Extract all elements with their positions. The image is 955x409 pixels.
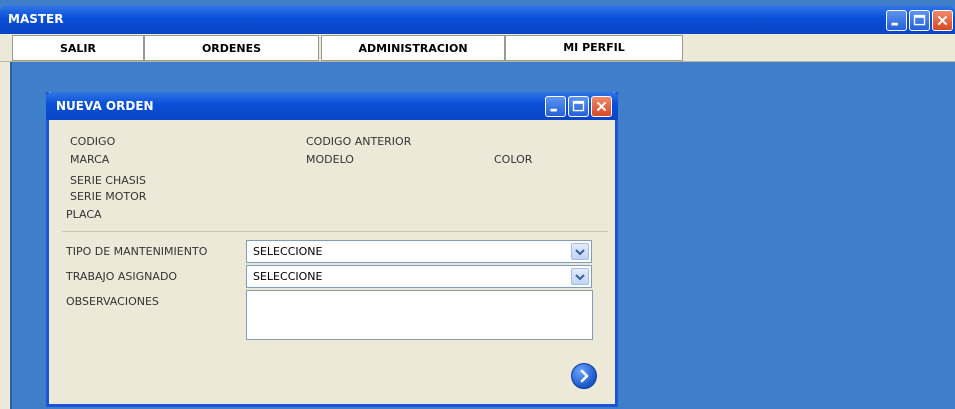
label-codigo: CODIGO xyxy=(70,135,116,148)
menu-item-label: ORDENES xyxy=(201,41,262,55)
close-icon xyxy=(937,15,948,26)
close-button[interactable] xyxy=(932,10,953,31)
menu-item-salir[interactable]: SALIR xyxy=(12,35,144,61)
menu-item-ordenes[interactable]: ORDENES xyxy=(144,35,319,61)
maximize-icon xyxy=(572,100,585,112)
label-modelo: MODELO xyxy=(306,153,354,166)
label-trabajo-asignado: TRABAJO ASIGNADO xyxy=(66,270,178,283)
select-value: SELECCIONE xyxy=(253,245,323,258)
arrow-right-circle-icon xyxy=(580,369,589,383)
dialog-minimize-button[interactable] xyxy=(545,96,566,117)
dialog-window-controls xyxy=(545,96,612,117)
menu-item-label: ADMINISTRACION xyxy=(358,41,468,55)
dialog-maximize-button[interactable] xyxy=(568,96,589,117)
label-serie-motor: SERIE MOTOR xyxy=(70,190,147,203)
main-titlebar[interactable]: MASTER xyxy=(0,6,955,34)
tipo-mantenimiento-select[interactable]: SELECCIONE xyxy=(246,240,592,263)
dialog-title: NUEVA ORDEN xyxy=(56,99,154,113)
menu-item-label: MI PERFIL xyxy=(563,41,625,54)
section-divider xyxy=(62,231,608,232)
window-controls xyxy=(886,10,953,31)
menu-bar: SALIR ORDENES ADMINISTRACION MI PERFIL xyxy=(0,34,955,62)
label-serie-chasis: SERIE CHASIS xyxy=(70,174,146,187)
label-color: COLOR xyxy=(494,153,533,166)
minimize-icon xyxy=(891,22,898,26)
menu-item-administracion[interactable]: ADMINISTRACION xyxy=(321,35,505,61)
dropdown-button[interactable] xyxy=(571,268,589,285)
minimize-icon xyxy=(550,108,557,112)
chevron-down-icon xyxy=(575,249,585,256)
label-tipo-mantenimiento: TIPO DE MANTENIMIENTO xyxy=(66,245,208,258)
dialog-close-button[interactable] xyxy=(591,96,612,117)
minimize-button[interactable] xyxy=(886,10,907,31)
dialog-titlebar[interactable]: NUEVA ORDEN xyxy=(46,92,618,120)
select-value: SELECCIONE xyxy=(253,270,323,283)
menu-item-mi-perfil[interactable]: MI PERFIL xyxy=(505,35,683,61)
trabajo-asignado-select[interactable]: SELECCIONE xyxy=(246,265,592,288)
main-window: MASTER SALIR ORDENES ADMINISTRACION MI P… xyxy=(0,0,955,409)
maximize-button[interactable] xyxy=(909,10,930,31)
menu-item-label: SALIR xyxy=(59,41,96,55)
observaciones-textarea[interactable] xyxy=(246,290,593,340)
dropdown-button[interactable] xyxy=(571,243,589,260)
next-button[interactable] xyxy=(571,363,597,389)
chevron-down-icon xyxy=(575,274,585,281)
label-marca: MARCA xyxy=(70,153,110,166)
left-panel-edge xyxy=(0,62,12,409)
label-observaciones: OBSERVACIONES xyxy=(66,295,159,308)
label-placa: PLACA xyxy=(66,208,102,221)
window-title: MASTER xyxy=(8,12,64,26)
label-codigo-anterior: CODIGO ANTERIOR xyxy=(306,135,412,148)
close-icon xyxy=(596,101,607,112)
maximize-icon xyxy=(913,14,926,26)
